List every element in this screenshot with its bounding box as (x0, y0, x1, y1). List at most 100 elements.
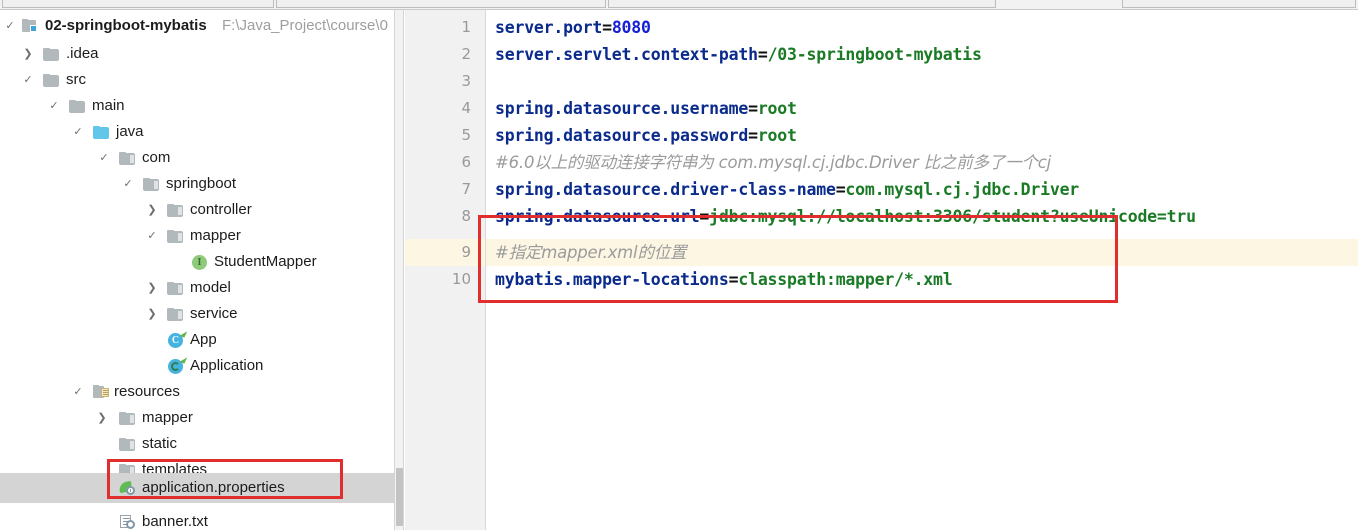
tree-row-mapper[interactable]: ✓ mapper (0, 223, 394, 249)
tree-label: com (142, 149, 171, 166)
code-token-value: com.mysql.cj.jdbc.Driver (845, 180, 1080, 199)
line-number: 10 (451, 270, 471, 288)
tree-row-app[interactable]: C App (0, 327, 394, 353)
line-number: 6 (461, 153, 471, 171)
toolbar-segment[interactable] (276, 0, 606, 8)
code-line[interactable]: spring.datasource.driver-class-name=com.… (495, 176, 1358, 203)
tree-label: src (66, 71, 86, 88)
tree-label: static (142, 435, 178, 452)
code-line-empty[interactable] (495, 68, 1358, 95)
tree-row-banner-txt[interactable]: banner.txt (0, 509, 394, 530)
tree-row-model[interactable]: ❯ model (0, 275, 394, 301)
tree-row-main[interactable]: ✓ main (0, 93, 394, 119)
toolbar-segment[interactable] (2, 0, 274, 8)
toolbar-segment[interactable] (608, 0, 996, 8)
text-file-icon (119, 509, 136, 530)
chevron-down-icon[interactable]: ✓ (121, 171, 135, 197)
line-number: 2 (461, 45, 471, 63)
tree-row-springboot[interactable]: ✓ springboot (0, 171, 394, 197)
code-line[interactable]: spring.datasource.password=root (495, 122, 1358, 149)
package-icon (119, 431, 136, 457)
tree-row-idea[interactable]: ❯ .idea (0, 41, 394, 67)
code-token-key: spring.datasource.driver-class-name (495, 180, 836, 199)
chevron-down-icon[interactable]: ✓ (71, 119, 85, 145)
package-icon (167, 275, 184, 301)
code-line[interactable]: spring.datasource.username=root (495, 95, 1358, 122)
tree-scrollbar-thumb[interactable] (396, 468, 403, 526)
code-token-number: 8080 (611, 18, 651, 37)
project-tree-panel[interactable]: ✓ 02-springboot-mybatis F:\Java_Project\… (0, 10, 394, 530)
tree-row-application[interactable]: Application (0, 353, 394, 379)
code-line[interactable]: server.port=8080 (495, 14, 1358, 41)
folder-icon (43, 67, 60, 93)
tree-row-resources[interactable]: ✓ resources (0, 379, 394, 405)
chevron-right-icon[interactable]: ❯ (21, 41, 35, 67)
tree-label: App (190, 331, 217, 348)
tree-row-project-root[interactable]: ✓ 02-springboot-mybatis F:\Java_Project\… (0, 13, 394, 39)
chevron-down-icon[interactable]: ✓ (47, 93, 61, 119)
annotation-box-tree (107, 459, 343, 499)
package-icon (167, 197, 184, 223)
code-token-eq: = (748, 99, 758, 118)
class-icon: C (167, 327, 188, 353)
code-token-value: root (757, 99, 797, 118)
tree-label: mapper (190, 227, 241, 244)
chevron-right-icon[interactable]: ❯ (145, 197, 159, 223)
project-root-label: 02-springboot-mybatis (45, 17, 207, 34)
source-folder-icon (93, 119, 110, 145)
tree-row-com[interactable]: ✓ com (0, 145, 394, 171)
code-token-eq: = (757, 45, 768, 64)
annotation-box-code (478, 215, 1118, 303)
module-icon (22, 13, 39, 39)
tree-scrollbar-track[interactable] (394, 10, 404, 530)
chevron-right-icon[interactable]: ❯ (95, 405, 109, 431)
line-number: 8 (461, 207, 471, 225)
tree-label: banner.txt (142, 513, 208, 530)
tree-label: Application (190, 357, 264, 374)
line-number: 4 (461, 99, 471, 117)
line-number: 7 (461, 180, 471, 198)
package-icon (119, 145, 136, 171)
resources-folder-icon (93, 379, 110, 405)
folder-icon (43, 41, 60, 67)
ide-window: ✓ 02-springboot-mybatis F:\Java_Project\… (0, 0, 1358, 530)
chevron-right-icon[interactable]: ❯ (145, 275, 159, 301)
tree-row-src[interactable]: ✓ src (0, 67, 394, 93)
code-token-eq: = (748, 126, 758, 145)
package-icon (119, 405, 136, 431)
chevron-down-icon[interactable]: ✓ (71, 379, 85, 405)
tree-row-service[interactable]: ❯ service (0, 301, 394, 327)
interface-icon: I (191, 249, 208, 275)
tree-label: main (92, 97, 125, 114)
chevron-down-icon[interactable]: ✓ (97, 145, 111, 171)
line-number: 1 (461, 18, 471, 36)
tree-row-resources-mapper[interactable]: ❯ mapper (0, 405, 394, 431)
chevron-down-icon[interactable]: ✓ (21, 67, 35, 93)
toolbar-strip (0, 0, 1358, 10)
tree-label: java (116, 123, 144, 140)
code-token-key: spring.datasource.password (495, 126, 749, 145)
tree-row-java[interactable]: ✓ java (0, 119, 394, 145)
tree-label: resources (114, 383, 180, 400)
code-token-value: root (757, 126, 797, 145)
tree-label: mapper (142, 409, 193, 426)
chevron-down-icon[interactable]: ✓ (3, 13, 17, 39)
tree-row-static[interactable]: static (0, 431, 394, 457)
spring-class-icon (167, 353, 188, 379)
code-line-comment[interactable]: #6.0以上的驱动连接字符串为 com.mysql.cj.jdbc.Driver… (495, 149, 1358, 176)
chevron-right-icon[interactable]: ❯ (145, 301, 159, 327)
code-line[interactable]: server.servlet.context-path=/03-springbo… (495, 41, 1358, 68)
line-number: 3 (461, 72, 471, 90)
tree-row-studentmapper[interactable]: I StudentMapper (0, 249, 394, 275)
tree-row-controller[interactable]: ❯ controller (0, 197, 394, 223)
tree-label: model (190, 279, 231, 296)
code-token-key: server.port (495, 18, 603, 37)
line-number-current: 9 (405, 239, 485, 266)
tree-label: controller (190, 201, 252, 218)
tree-label: service (190, 305, 238, 322)
line-number: 5 (461, 126, 471, 144)
toolbar-segment[interactable] (1122, 0, 1356, 8)
chevron-down-icon[interactable]: ✓ (145, 223, 159, 249)
tree-label: .idea (66, 45, 99, 62)
project-root-path: F:\Java_Project\course\0 (222, 17, 388, 34)
